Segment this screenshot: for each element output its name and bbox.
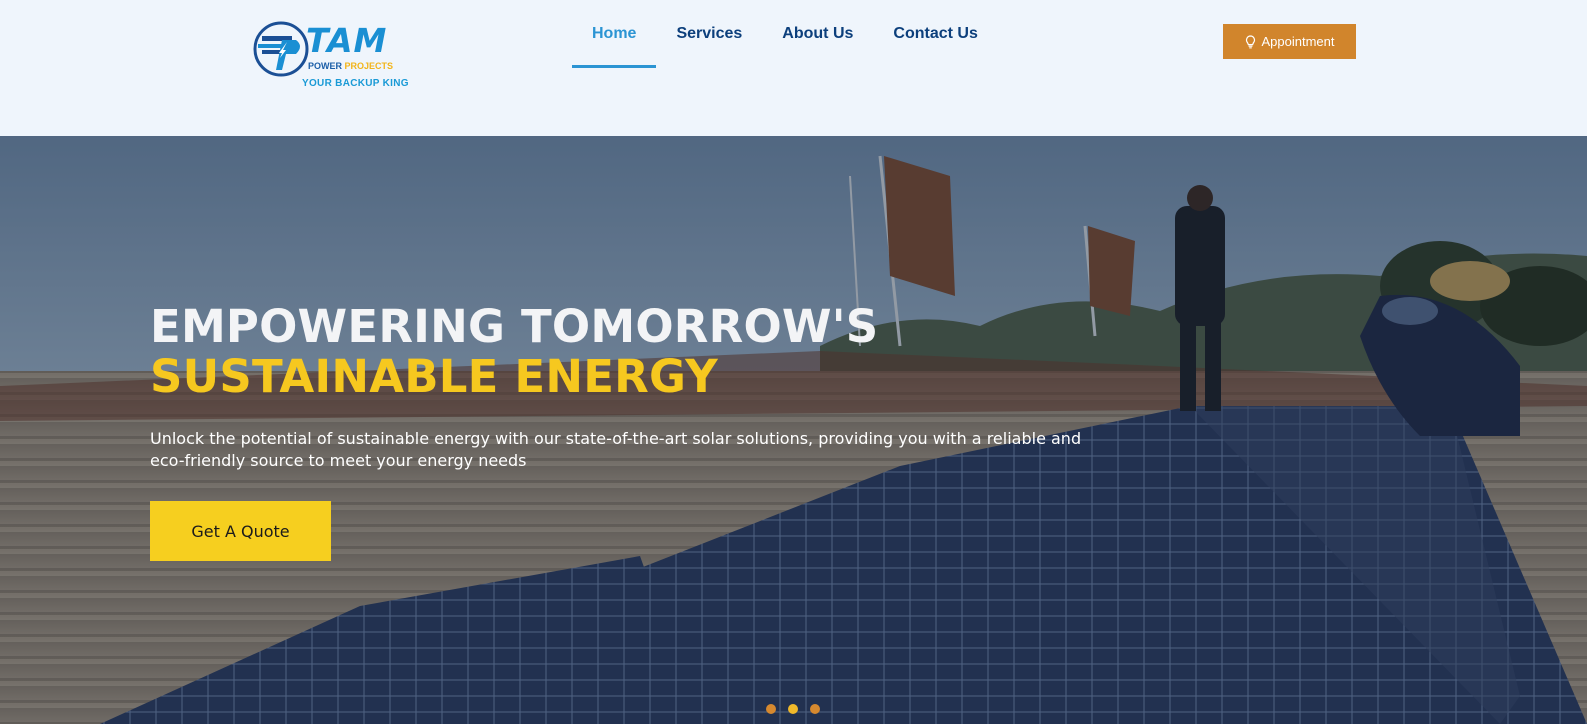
hero-section: EMPOWERING TOMORROW'S SUSTAINABLE ENERGY… <box>0 136 1587 724</box>
logo-wordmark: TAM <box>306 21 388 60</box>
nav-services[interactable]: Services <box>656 0 762 68</box>
hero-title-line1: EMPOWERING TOMORROW'S <box>150 300 879 353</box>
logo[interactable]: TAM POWER PROJECTS YOUR BACKUP KING <box>252 20 412 92</box>
carousel-indicators <box>766 704 820 714</box>
logo-sub-power: POWER <box>308 61 343 71</box>
hero-title-line2: SUSTAINABLE ENERGY <box>150 350 718 403</box>
logo-sub-projects: PROJECTS <box>344 61 394 71</box>
hero-description: Unlock the potential of sustainable ener… <box>150 429 1082 470</box>
lightbulb-icon <box>1245 34 1255 48</box>
appointment-button-label: Appointment <box>1261 34 1335 49</box>
site-header: TAM POWER PROJECTS YOUR BACKUP KING Home… <box>0 0 1587 136</box>
logo-subtitle: POWER PROJECTS <box>308 62 393 71</box>
nav-about-us[interactable]: About Us <box>762 0 873 68</box>
nav-home[interactable]: Home <box>572 0 657 68</box>
get-a-quote-button[interactable]: Get A Quote <box>150 501 331 561</box>
appointment-button[interactable]: Appointment <box>1223 24 1356 59</box>
logo-tagline: YOUR BACKUP KING <box>302 78 409 89</box>
main-nav: Home Services About Us Contact Us <box>572 0 998 68</box>
logo-mark-icon <box>253 21 309 77</box>
hero-title: EMPOWERING TOMORROW'S SUSTAINABLE ENERGY <box>150 302 878 402</box>
carousel-dot-2[interactable] <box>788 704 798 714</box>
carousel-dot-1[interactable] <box>766 704 776 714</box>
nav-contact-us[interactable]: Contact Us <box>873 0 997 68</box>
carousel-dot-3[interactable] <box>810 704 820 714</box>
